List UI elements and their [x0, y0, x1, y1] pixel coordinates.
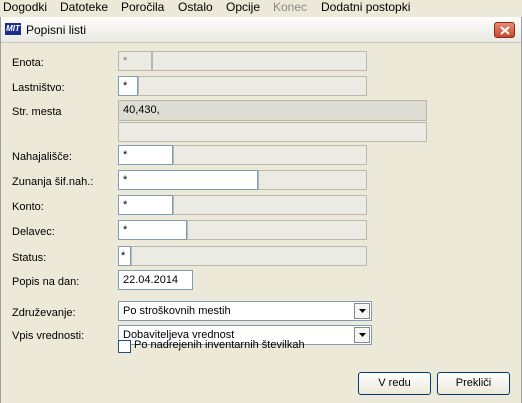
- menu-konec: Konec: [273, 0, 308, 14]
- nadrejeni-checkbox-label[interactable]: Po nadrejenih inventarnih številkah: [134, 339, 305, 351]
- nadrejeni-checkbox[interactable]: [118, 340, 131, 353]
- konto-label: Konto:: [12, 201, 44, 213]
- zunanja-description: [258, 170, 367, 190]
- enota-description: [152, 51, 367, 71]
- status-label: Status:: [12, 252, 47, 264]
- menu-bar: Dogodki Datoteke Poročila Ostalo Opcije …: [0, 0, 522, 14]
- menu-dogodki[interactable]: Dogodki: [3, 0, 47, 14]
- vpis-vrednosti-label: Vpis vrednosti:: [12, 330, 85, 342]
- zdruzevanje-label: Združevanje:: [12, 307, 76, 319]
- dropdown-arrow-icon[interactable]: [354, 327, 370, 343]
- title-bar[interactable]: MIT Popisni listi: [1, 17, 521, 43]
- close-icon: [500, 26, 510, 35]
- zunanja-label: Zunanja šif.nah.:: [12, 176, 94, 188]
- zdruzevanje-value: Po stroškovnih mestih: [123, 305, 231, 317]
- nahajalisce-input[interactable]: *: [118, 145, 173, 165]
- konto-description: [173, 195, 367, 215]
- popis-na-dan-input[interactable]: 22.04.2014: [118, 270, 193, 290]
- status-input[interactable]: *: [118, 246, 131, 266]
- nahajalisce-description: [173, 145, 367, 165]
- enota-input[interactable]: *: [118, 51, 152, 71]
- nahajalisce-label: Nahajališče:: [12, 151, 72, 163]
- lastnistvo-description: [138, 76, 367, 96]
- lastnistvo-label: Lastništvo:: [12, 82, 65, 94]
- status-description: [131, 246, 367, 266]
- close-button[interactable]: [494, 22, 515, 38]
- menu-datoteke[interactable]: Datoteke: [60, 0, 108, 14]
- str-mesta-label: Str. mesta: [12, 106, 62, 118]
- str-mesta-description: [118, 122, 427, 142]
- zdruzevanje-select[interactable]: Po stroškovnih mestih: [118, 301, 372, 321]
- dropdown-arrow-icon[interactable]: [354, 303, 370, 319]
- enota-label: Enota:: [12, 57, 44, 69]
- zunanja-input[interactable]: *: [118, 170, 258, 190]
- cancel-button[interactable]: Prekliči: [437, 372, 510, 395]
- lastnistvo-input[interactable]: *: [118, 76, 138, 96]
- menu-ostalo[interactable]: Ostalo: [178, 0, 213, 14]
- konto-input[interactable]: *: [118, 195, 173, 215]
- menu-dodatni-postopki[interactable]: Dodatni postopki: [321, 0, 410, 14]
- delavec-label: Delavec:: [12, 226, 55, 238]
- menu-porocila[interactable]: Poročila: [121, 0, 164, 14]
- popis-na-dan-label: Popis na dan:: [12, 276, 80, 288]
- menu-opcije[interactable]: Opcije: [226, 0, 260, 14]
- ok-button[interactable]: V redu: [358, 372, 431, 395]
- window-title: Popisni listi: [26, 23, 87, 37]
- delavec-description: [187, 220, 367, 240]
- delavec-input[interactable]: *: [118, 220, 187, 240]
- str-mesta-input[interactable]: 40,430,: [118, 100, 427, 121]
- app-logo-icon: MIT: [5, 23, 21, 35]
